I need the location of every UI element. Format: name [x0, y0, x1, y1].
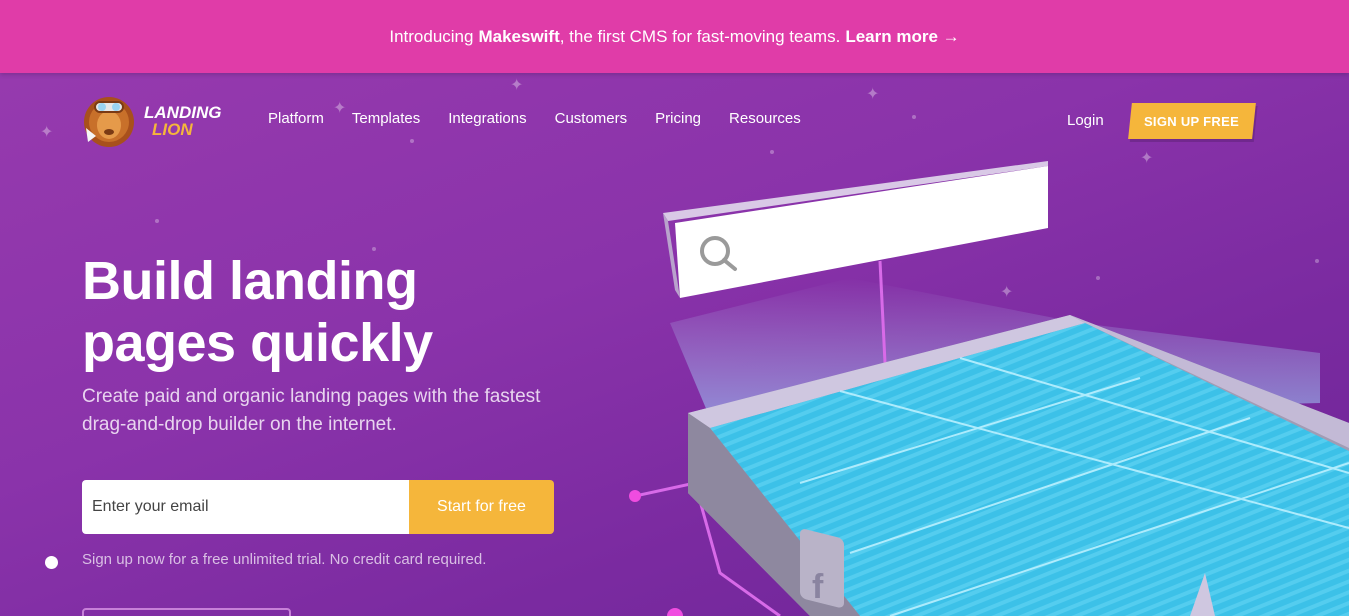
- hero-headline: Build landing pages quickly: [82, 251, 433, 373]
- announcement-bar: Introducing Makeswift, the first CMS for…: [0, 0, 1349, 73]
- main-nav: Platform Templates Integrations Customer…: [268, 110, 829, 127]
- nav-item-pricing[interactable]: Pricing: [655, 110, 701, 127]
- builder-illustration: f: [629, 161, 1349, 616]
- logo-wordmark: LANDING LION: [144, 104, 221, 138]
- signup-form: Start for free: [82, 480, 554, 534]
- facebook-icon: f: [800, 529, 844, 608]
- nav-item-resources[interactable]: Resources: [729, 110, 801, 127]
- hero-subhead: Create paid and organic landing pages wi…: [82, 386, 541, 435]
- lion-mascot-icon: [84, 97, 134, 147]
- email-field[interactable]: [82, 480, 409, 534]
- sign-up-free-button[interactable]: SIGN UP FREE: [1128, 103, 1256, 139]
- nav-item-platform[interactable]: Platform: [268, 110, 324, 127]
- logo-line1: LANDING: [144, 103, 222, 122]
- sparkle-icon: ✦: [510, 77, 524, 94]
- nav-item-integrations[interactable]: Integrations: [448, 110, 526, 127]
- landing-lion-logo[interactable]: LANDING LION: [82, 92, 221, 150]
- learn-more-link[interactable]: Learn more →: [845, 27, 959, 47]
- announcement-brand: Makeswift: [478, 26, 560, 46]
- login-link[interactable]: Login: [1067, 112, 1104, 129]
- announcement-prefix: Introducing: [389, 26, 474, 46]
- trial-note: Sign up now for a free unlimited trial. …: [82, 551, 487, 568]
- sparkle-icon: ✦: [40, 124, 54, 141]
- sign-up-label: SIGN UP FREE: [1144, 113, 1240, 129]
- secondary-button[interactable]: [82, 608, 291, 616]
- start-for-free-button[interactable]: Start for free: [409, 480, 554, 534]
- announcement-suffix: , the first CMS for fast-moving teams.: [559, 26, 841, 46]
- nav-item-customers[interactable]: Customers: [555, 110, 628, 127]
- logo-line2: LION: [152, 120, 193, 139]
- nav-item-templates[interactable]: Templates: [352, 110, 420, 127]
- chat-dot[interactable]: [45, 556, 58, 569]
- svg-text:f: f: [812, 568, 824, 606]
